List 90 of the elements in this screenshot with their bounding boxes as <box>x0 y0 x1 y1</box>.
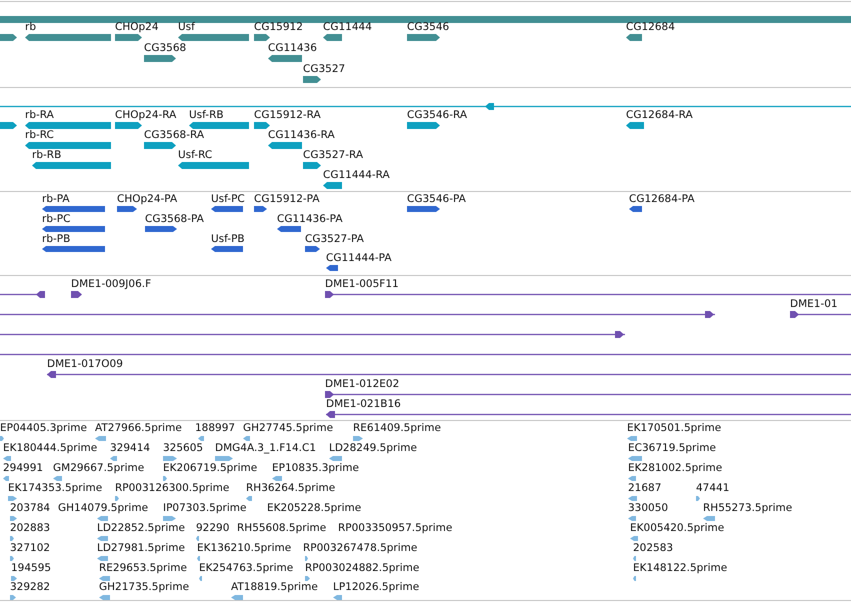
feature-label: CG3546-RA <box>407 109 468 121</box>
feature-label: 329282 <box>10 581 50 593</box>
feature-label: RP003126300.5prime <box>115 482 230 494</box>
feature-label: LD22852.5prime <box>97 522 185 534</box>
feature-label: CG3546-PA <box>407 193 466 205</box>
feature-label: CHOp24-PA <box>117 193 178 205</box>
feature-label: AT27966.5prime <box>95 422 182 434</box>
feature-label: EK170501.5prime <box>627 422 722 434</box>
feature-label: rb-PC <box>42 213 70 225</box>
feature-label: AT18819.5prime <box>231 581 318 593</box>
feature-label: EK180444.5prime <box>3 442 98 454</box>
feature-label: CG11444 <box>323 21 372 33</box>
feature-label: 203784 <box>10 502 50 514</box>
feature-label: CG3546 <box>407 21 450 33</box>
feature-label: DME1-01 <box>790 298 838 310</box>
feature-label: Usf-PB <box>211 233 245 245</box>
feature-label: CG15912-PA <box>254 193 320 205</box>
feature-label: CHOp24 <box>115 21 159 33</box>
feature-label: CG3568-RA <box>144 129 204 141</box>
feature-label: Usf <box>178 21 195 33</box>
feature-label: CG15912 <box>254 21 303 33</box>
feature-label: EK136210.5prime <box>197 542 292 554</box>
feature-label: 21687 <box>628 482 662 494</box>
feature-label: EK205228.5prime <box>267 502 362 514</box>
feature-label: 330050 <box>628 502 668 514</box>
feature-label: 188997 <box>195 422 236 434</box>
feature-label: RE29653.5prime <box>99 562 187 574</box>
feature-label: CG3527-PA <box>305 233 364 245</box>
feature-label: DME1-012E02 <box>325 378 400 390</box>
feature-label: LD28249.5prime <box>329 442 417 454</box>
feature-label: EK281002.5prime <box>628 462 722 474</box>
feature-label: 294991 <box>3 462 44 474</box>
feature-label: 325605 <box>163 442 204 454</box>
feature-label: CG3527 <box>303 63 346 75</box>
feature-label: CG11444-RA <box>323 169 390 181</box>
feature-label: rb-RC <box>25 129 54 141</box>
feature-label: 329414 <box>110 442 150 454</box>
feature-label: EK005420.5prime <box>630 522 724 534</box>
feature-label: 202583 <box>633 542 674 554</box>
feature-label: RH55608.5prime <box>237 522 326 534</box>
feature-label: EC36719.5prime <box>628 442 716 454</box>
feature-label: CG3568-PA <box>145 213 204 225</box>
feature-label: 92290 <box>196 522 230 534</box>
feature-label: LP12026.5prime <box>333 581 420 593</box>
feature-label: 194595 <box>11 562 52 574</box>
feature-label: RP003350957.5prime <box>338 522 452 534</box>
feature-label: CG12684 <box>626 21 675 33</box>
feature-label: CG3568 <box>144 42 186 54</box>
feature-label: CG11436 <box>268 42 317 54</box>
feature-label: GH21735.5prime <box>99 581 190 593</box>
feature-label: GM29667.5prime <box>53 462 144 474</box>
feature-label: rb-RB <box>32 149 62 161</box>
feature-label: 202883 <box>10 522 50 534</box>
feature-label: RP003024882.5prime <box>305 562 420 574</box>
feature-label: Usf-RC <box>178 149 212 161</box>
feature-label: DMG4A.3_1.F14.C1 <box>215 442 316 454</box>
feature-label: LD27981.5prime <box>97 542 185 554</box>
feature-label: EK174353.5prime <box>8 482 102 494</box>
feature-label: GH14079.5prime <box>58 502 148 514</box>
feature-label: 47441 <box>696 482 730 494</box>
feature-label: 327102 <box>10 542 50 554</box>
feature-label: RH55273.5prime <box>703 502 792 514</box>
feature-label: CG11444-PA <box>326 252 392 264</box>
feature-label: CG12684-RA <box>626 109 693 121</box>
feature-label: EK148122.5prime <box>633 562 728 574</box>
feature-label: EK254763.5prime <box>199 562 294 574</box>
feature-label: DME1-017O09 <box>47 358 123 370</box>
feature-label: DME1-005F11 <box>325 278 399 290</box>
feature-label: DME1-021B16 <box>326 398 401 410</box>
feature-label: CHOp24-RA <box>115 109 176 121</box>
feature-label: CG11436-PA <box>277 213 343 225</box>
feature-label: rb-RA <box>25 109 54 121</box>
feature-label: IP07303.5prime <box>163 502 246 514</box>
feature-label: CG12684-PA <box>629 193 695 205</box>
feature-label: rb <box>25 21 36 33</box>
feature-label: CG3527-RA <box>303 149 364 161</box>
feature-label: Usf-RB <box>189 109 224 121</box>
feature-label: RP003267478.5prime <box>303 542 418 554</box>
feature-label: CG15912-RA <box>254 109 321 121</box>
feature-label: DME1-009J06.F <box>71 278 152 290</box>
feature-label: EP04405.3prime <box>0 422 87 434</box>
feature-label: GH27745.5prime <box>243 422 334 434</box>
feature-label: RE61409.5prime <box>353 422 441 434</box>
feature-label: rb-PA <box>42 193 70 205</box>
feature-label: EP10835.3prime <box>272 462 359 474</box>
feature-label: Usf-PC <box>211 193 245 205</box>
feature-label: CG11436-RA <box>268 129 335 141</box>
feature-label: rb-PB <box>42 233 70 245</box>
feature-label: RH36264.5prime <box>246 482 336 494</box>
feature-label: EK206719.5prime <box>163 462 258 474</box>
